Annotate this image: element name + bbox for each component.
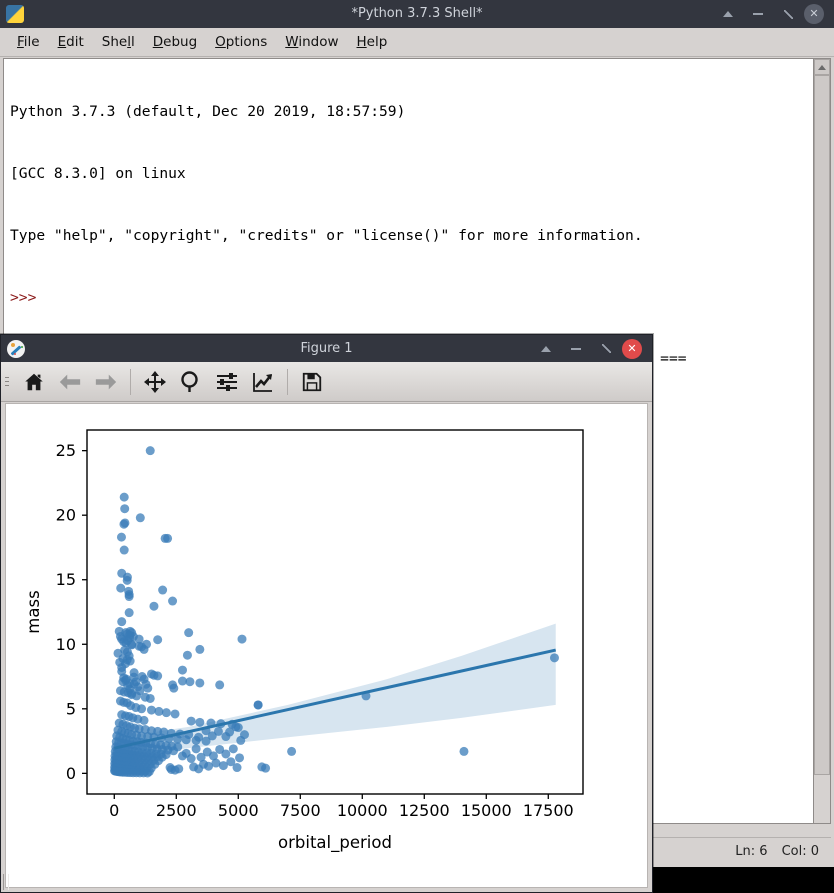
menu-item-edit[interactable]: Edit: [49, 31, 93, 53]
y-axis-label: mass: [24, 590, 43, 633]
toolbar-separator: [130, 368, 131, 395]
svg-text:15: 15: [56, 570, 76, 589]
svg-text:5: 5: [66, 699, 76, 718]
arrow-right-icon[interactable]: [89, 365, 123, 399]
plot-canvas[interactable]: 0 2500 5000 7500 10000 12500 15000 17500 0 5 10 15 2…: [5, 403, 648, 888]
maximize-button[interactable]: [774, 0, 802, 28]
resize-grip[interactable]: [3, 874, 9, 890]
close-button[interactable]: ✕: [804, 4, 824, 24]
matplotlib-logo-icon: [7, 338, 29, 360]
scroll-up-arrow-icon[interactable]: [814, 59, 830, 75]
x-axis-label: orbital_period: [278, 833, 392, 853]
matplotlib-toolbar: [1, 362, 652, 402]
sliders-subplots-icon[interactable]: [210, 365, 244, 399]
scrollbar-thumb[interactable]: [814, 75, 830, 775]
shell-prompt: >>>: [10, 288, 37, 306]
shade-window-button[interactable]: [714, 0, 742, 28]
toolbar-separator: [287, 368, 288, 395]
figure-titlebar[interactable]: Figure 1 ✕: [1, 335, 652, 362]
svg-text:10000: 10000: [337, 801, 388, 820]
shade-window-button[interactable]: [532, 335, 560, 363]
idle-window-controls: ✕: [714, 0, 830, 28]
shell-vertical-scrollbar[interactable]: [813, 58, 831, 824]
idle-window-title: *Python 3.7.3 Shell*: [351, 6, 483, 21]
close-button[interactable]: ✕: [622, 338, 642, 359]
idle-titlebar[interactable]: *Python 3.7.3 Shell* ✕: [0, 0, 834, 28]
menu-item-help[interactable]: Help: [348, 31, 397, 53]
floppy-save-icon[interactable]: [295, 365, 329, 399]
svg-text:20: 20: [56, 506, 76, 525]
magnifier-zoom-icon[interactable]: [174, 365, 208, 399]
svg-text:5000: 5000: [218, 801, 259, 820]
svg-text:17500: 17500: [523, 801, 574, 820]
menu-item-file[interactable]: File: [8, 31, 49, 53]
line-chart-edit-icon[interactable]: [246, 365, 280, 399]
svg-text:7500: 7500: [280, 801, 321, 820]
shell-line: [GCC 8.3.0] on linux: [10, 164, 186, 182]
menu-item-debug[interactable]: Debug: [144, 31, 206, 53]
shell-line: Type "help", "copyright", "credits" or "…: [10, 226, 643, 244]
minimize-button[interactable]: [744, 0, 772, 28]
menubar: File Edit Shell Debug Options Window Hel…: [0, 28, 834, 57]
home-icon[interactable]: [17, 365, 51, 399]
regplot-figure: 0 2500 5000 7500 10000 12500 15000 17500 0 5 10 15 2…: [24, 429, 584, 853]
arrow-left-icon[interactable]: [53, 365, 87, 399]
svg-text:12500: 12500: [399, 801, 450, 820]
figure-window-controls: ✕: [532, 335, 648, 362]
svg-text:0: 0: [66, 764, 76, 783]
menu-item-window[interactable]: Window: [276, 31, 347, 53]
svg-text:2500: 2500: [156, 801, 197, 820]
menu-item-options[interactable]: Options: [206, 31, 276, 53]
status-col-number: Col: 0: [781, 844, 819, 859]
maximize-button[interactable]: [592, 335, 620, 363]
status-line-number: Ln: 6: [735, 844, 768, 859]
figure-window: Figure 1 ✕ 0 2500 5000 7500 10000 12500 …: [0, 334, 653, 893]
svg-text:15000: 15000: [461, 801, 512, 820]
python-logo-icon: [6, 3, 28, 25]
move-pan-icon[interactable]: [138, 365, 172, 399]
minimize-button[interactable]: [562, 335, 590, 363]
svg-text:25: 25: [56, 441, 76, 460]
svg-text:0: 0: [109, 801, 119, 820]
toolbar-drag-grip[interactable]: [5, 371, 13, 393]
svg-text:10: 10: [56, 635, 76, 654]
shell-line: Python 3.7.3 (default, Dec 20 2019, 18:5…: [10, 103, 406, 121]
menu-item-shell[interactable]: Shell: [93, 31, 144, 53]
